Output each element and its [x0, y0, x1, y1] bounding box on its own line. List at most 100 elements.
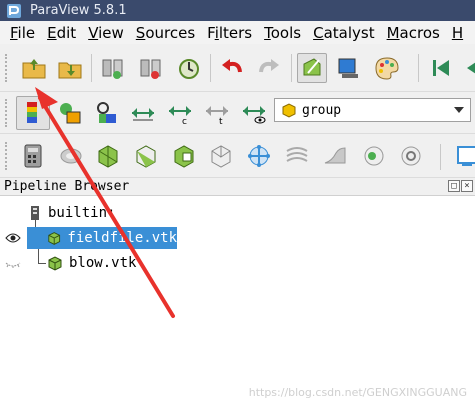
server-connect-icon — [102, 59, 123, 79]
menu-file[interactable]: File — [0, 24, 41, 42]
rescale-temporal-button[interactable]: t — [202, 98, 232, 128]
glyph-icon — [248, 145, 270, 167]
window-title: ParaView 5.8.1 — [30, 3, 127, 18]
slice-icon — [136, 145, 156, 168]
extract-level-button[interactable] — [396, 141, 426, 171]
eye-visible-icon[interactable] — [5, 232, 21, 244]
rescale-visible-icon — [243, 106, 266, 124]
toolbar-grip[interactable] — [5, 54, 10, 82]
pipeline-item-blow[interactable]: blow.vtk — [47, 252, 136, 274]
menu-filters[interactable]: Filters — [201, 24, 258, 42]
split-view-button[interactable] — [452, 141, 475, 171]
extract-subset-button[interactable] — [206, 141, 236, 171]
disconnect-button[interactable] — [136, 53, 166, 83]
pipeline-item-fieldfile[interactable]: fieldfile.vtk — [27, 227, 177, 249]
rescale-custom-button[interactable] — [92, 98, 122, 128]
reset-session-icon — [179, 59, 199, 79]
calculator-button[interactable] — [18, 141, 48, 171]
reset-session-button[interactable] — [174, 53, 204, 83]
toggle-color-legend-button[interactable] — [16, 96, 50, 130]
toolbar-separator — [418, 54, 419, 82]
eye-hidden-icon[interactable] — [5, 257, 21, 269]
warp-by-vector-button[interactable] — [320, 141, 350, 171]
menu-bar: File Edit View Sources Filters Tools Cat… — [0, 21, 475, 44]
slice-button[interactable] — [131, 141, 161, 171]
cube-icon — [48, 232, 61, 245]
save-folder-icon — [58, 62, 82, 79]
menu-help[interactable]: H — [446, 24, 469, 42]
pipeline-item-label: blow.vtk — [69, 255, 137, 271]
toolbar-separator — [291, 54, 292, 82]
redo-button[interactable] — [254, 53, 284, 83]
rescale-visible-button[interactable] — [239, 98, 269, 128]
rescale-range-icon — [132, 108, 154, 121]
extract-subset-icon — [211, 145, 231, 168]
tree-connector — [38, 248, 46, 264]
first-frame-button[interactable] — [426, 53, 456, 83]
pipeline-item-label: builtin: — [48, 205, 116, 221]
paraview-logo-icon — [7, 3, 21, 18]
float-panel-button[interactable]: □ — [448, 180, 460, 192]
toolbar-separator — [440, 144, 441, 170]
server-disconnect-icon — [140, 59, 161, 79]
glyph-button[interactable] — [244, 141, 274, 171]
cell-data-cube-icon — [282, 103, 296, 118]
clip-icon — [98, 145, 118, 168]
save-data-button[interactable] — [55, 53, 85, 83]
toolbar-grip[interactable] — [5, 99, 10, 127]
selection-combobox-value: group — [302, 102, 342, 118]
calculator-icon — [24, 144, 42, 168]
menu-macros[interactable]: Macros — [381, 24, 446, 42]
svg-text:t: t — [219, 117, 223, 126]
rescale-custom-range-button[interactable]: c — [165, 98, 195, 128]
pipeline-browser: builtin: fieldfile.vtk blow.vtk https://… — [0, 195, 475, 411]
menu-edit[interactable]: Edit — [41, 24, 82, 42]
menu-tools[interactable]: Tools — [258, 24, 307, 42]
capture-screenshot-button[interactable] — [334, 53, 364, 83]
edit-color-map-button[interactable] — [55, 98, 85, 128]
color-toolbar: c t group — [0, 92, 475, 134]
menu-sources[interactable]: Sources — [130, 24, 201, 42]
stream-tracer-icon — [286, 147, 308, 162]
undo-button[interactable] — [217, 53, 247, 83]
group-datasets-button[interactable] — [359, 141, 389, 171]
previous-frame-icon — [467, 62, 475, 74]
contour-icon — [60, 148, 82, 164]
svg-text:c: c — [182, 117, 187, 126]
threshold-button[interactable] — [169, 141, 199, 171]
undo-icon — [222, 59, 242, 73]
color-legend-icon — [27, 102, 37, 123]
previous-frame-button[interactable] — [458, 53, 475, 83]
toolbar-grip[interactable] — [5, 142, 10, 170]
clip-button[interactable] — [93, 141, 123, 171]
open-button[interactable] — [19, 53, 49, 83]
3d-arrow-icon — [303, 58, 321, 76]
close-panel-button[interactable]: × — [461, 180, 473, 192]
rescale-t-icon: t — [206, 106, 228, 126]
rescale-custom-icon — [97, 102, 116, 123]
screenshot-icon — [338, 58, 358, 78]
selection-combobox[interactable]: group — [274, 98, 471, 122]
menu-catalyst[interactable]: Catalyst — [307, 24, 381, 42]
menu-view[interactable]: View — [82, 24, 130, 42]
extract-level-icon — [401, 146, 421, 166]
group-icon — [364, 146, 384, 166]
contour-button[interactable] — [56, 141, 86, 171]
threshold-icon — [174, 145, 194, 168]
watermark-text: https://blog.csdn.net/GENGXINGGUANG — [248, 386, 467, 399]
palette-button[interactable] — [372, 53, 402, 83]
connect-button[interactable] — [98, 53, 128, 83]
rescale-data-range-button[interactable] — [128, 98, 158, 128]
color-map-editor-icon — [60, 103, 81, 124]
warp-icon — [324, 147, 346, 164]
first-frame-icon — [433, 60, 449, 76]
interaction-mode-button[interactable] — [297, 53, 327, 83]
title-bar: ParaView 5.8.1 — [0, 0, 475, 21]
rescale-c-icon: c — [169, 106, 191, 126]
pipeline-item-label: fieldfile.vtk — [67, 230, 177, 246]
common-filters-toolbar — [0, 134, 475, 178]
pipeline-browser-title: Pipeline Browser — [4, 179, 130, 194]
stream-tracer-button[interactable] — [282, 141, 312, 171]
toolbar-separator — [91, 54, 92, 82]
color-palette-icon — [375, 57, 399, 80]
